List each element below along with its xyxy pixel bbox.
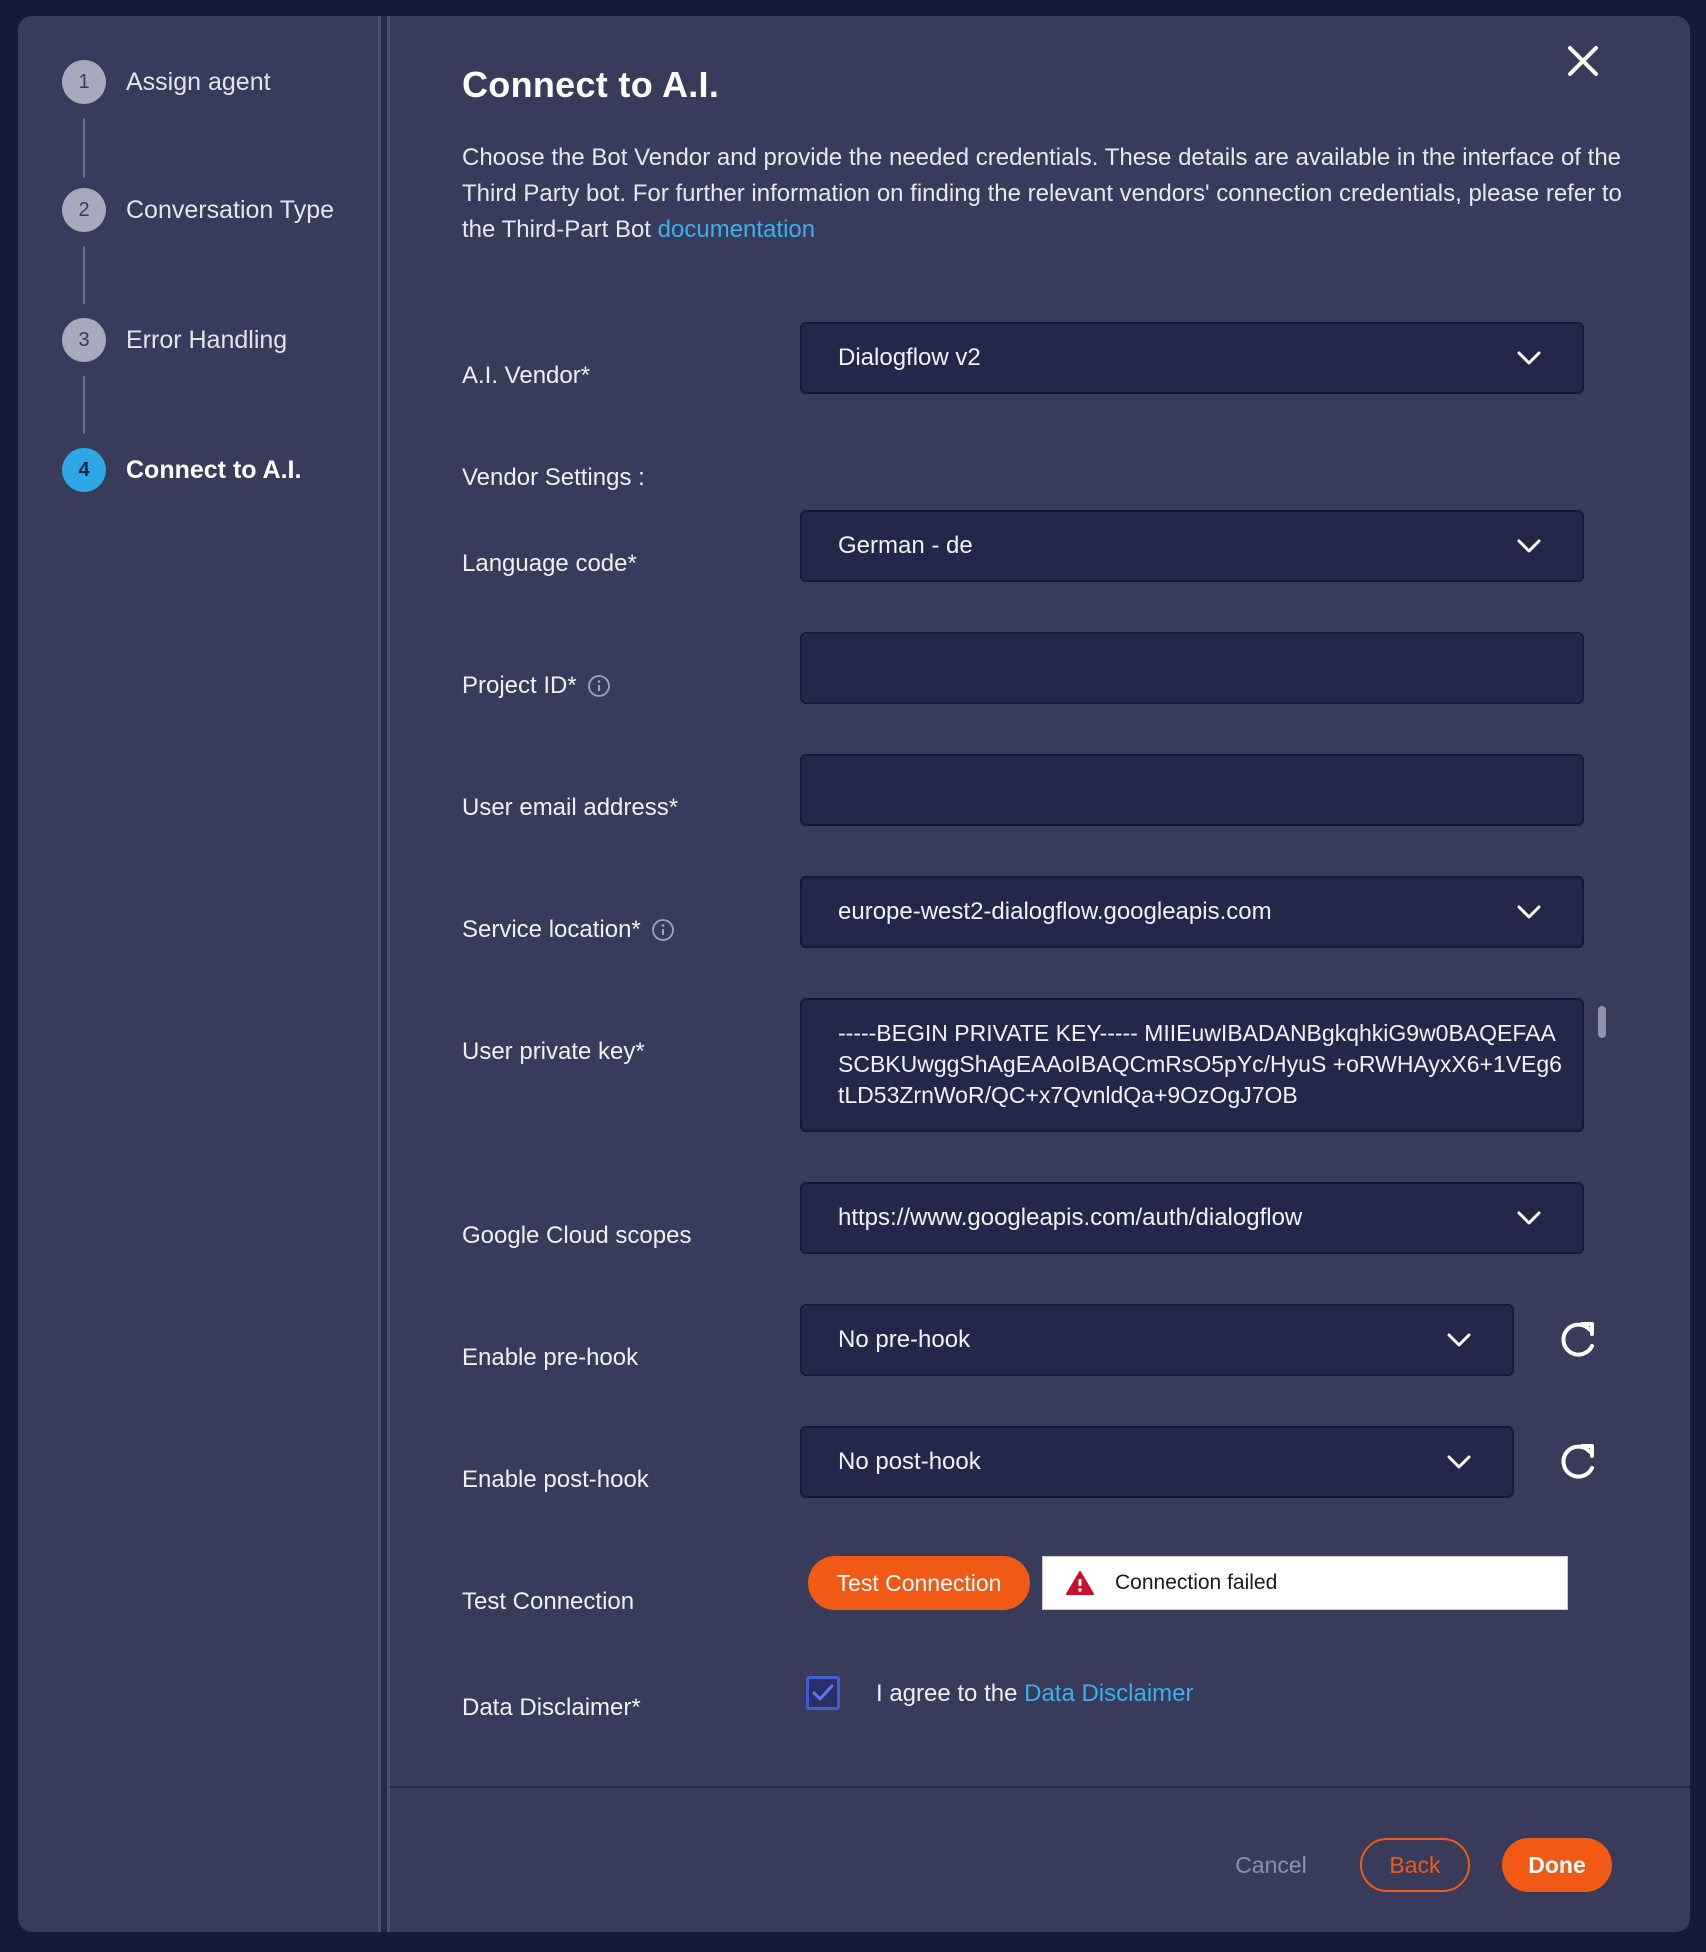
step-number: 2 — [62, 188, 106, 232]
posthook-value: No post-hook — [838, 1448, 981, 1475]
chevron-down-icon — [1447, 1455, 1471, 1469]
refresh-icon[interactable] — [1556, 1318, 1600, 1362]
cancel-button[interactable]: Cancel — [1216, 1838, 1326, 1892]
step-conversation-type[interactable]: 2 Conversation Type — [62, 188, 334, 232]
step-label: Connect to A.I. — [126, 455, 302, 484]
close-icon[interactable] — [1560, 38, 1606, 84]
chevron-down-icon — [1517, 905, 1541, 919]
footer-divider — [390, 1786, 1690, 1788]
vendor-settings-label: Vendor Settings : — [462, 464, 645, 491]
step-connector — [83, 118, 85, 178]
checkmark-icon — [812, 1684, 834, 1701]
stepper-sidebar: 1 Assign agent 2 Conversation Type 3 Err… — [18, 16, 378, 1932]
service-location-label-text: Service location* — [462, 916, 641, 943]
private-key-label: User private key* — [462, 1038, 645, 1065]
warning-icon — [1066, 1571, 1094, 1595]
chevron-down-icon — [1517, 539, 1541, 553]
language-select[interactable]: German - de — [800, 510, 1584, 582]
data-disclaimer-link[interactable]: Data Disclaimer — [1024, 1680, 1193, 1707]
back-button[interactable]: Back — [1360, 1838, 1470, 1892]
documentation-link[interactable]: documentation — [658, 216, 815, 243]
info-icon[interactable] — [587, 674, 611, 698]
project-id-label: Project ID* — [462, 672, 611, 700]
scopes-label: Google Cloud scopes — [462, 1222, 692, 1249]
connect-ai-modal: 1 Assign agent 2 Conversation Type 3 Err… — [18, 16, 1690, 1932]
disclaimer-checkbox[interactable] — [806, 1676, 840, 1710]
language-label: Language code* — [462, 550, 637, 577]
project-id-label-text: Project ID* — [462, 672, 577, 699]
prehook-value: No pre-hook — [838, 1326, 971, 1353]
connection-status: Connection failed — [1042, 1556, 1568, 1610]
step-number: 4 — [62, 448, 106, 492]
disclaimer-label: Data Disclaimer* — [462, 1694, 641, 1721]
page-title: Connect to A.I. — [462, 64, 720, 105]
description-text: Choose the Bot Vendor and provide the ne… — [462, 144, 1622, 243]
posthook-select[interactable]: No post-hook — [800, 1426, 1514, 1498]
service-location-select[interactable]: europe-west2-dialogflow.googleapis.com — [800, 876, 1584, 948]
email-input[interactable] — [800, 754, 1584, 826]
connection-status-text: Connection failed — [1115, 1571, 1278, 1594]
disclaimer-agree-text: I agree to the — [876, 1680, 1025, 1707]
step-label: Conversation Type — [126, 195, 334, 224]
project-id-input[interactable] — [800, 632, 1584, 704]
private-key-scrollbar[interactable] — [1598, 1006, 1606, 1038]
step-connect-to-ai[interactable]: 4 Connect to A.I. — [62, 448, 301, 492]
chevron-down-icon — [1517, 351, 1541, 365]
step-assign-agent[interactable]: 1 Assign agent — [62, 60, 271, 104]
page-description: Choose the Bot Vendor and provide the ne… — [462, 140, 1622, 248]
vendor-value: Dialogflow v2 — [838, 344, 981, 371]
email-label: User email address* — [462, 794, 679, 821]
prehook-select[interactable]: No pre-hook — [800, 1304, 1514, 1376]
disclaimer-text: I agree to the Data Disclaimer — [876, 1680, 1193, 1708]
test-connection-button[interactable]: Test Connection — [808, 1556, 1030, 1610]
info-icon[interactable] — [651, 918, 675, 942]
chevron-down-icon — [1447, 1333, 1471, 1347]
service-location-label: Service location* — [462, 916, 675, 944]
step-connector — [83, 376, 85, 434]
private-key-textarea[interactable]: -----BEGIN PRIVATE KEY----- MIIEuwIBADAN… — [800, 998, 1584, 1132]
scopes-value: https://www.googleapis.com/auth/dialogfl… — [838, 1204, 1303, 1231]
step-error-handling[interactable]: 3 Error Handling — [62, 318, 287, 362]
refresh-icon[interactable] — [1556, 1440, 1600, 1484]
language-value: German - de — [838, 532, 973, 559]
step-number: 1 — [62, 60, 106, 104]
sidebar-divider — [378, 16, 390, 1932]
test-connection-label: Test Connection — [462, 1588, 635, 1615]
done-button[interactable]: Done — [1502, 1838, 1612, 1892]
service-location-value: europe-west2-dialogflow.googleapis.com — [838, 898, 1272, 925]
step-label: Assign agent — [126, 67, 271, 96]
step-number: 3 — [62, 318, 106, 362]
chevron-down-icon — [1517, 1211, 1541, 1225]
scopes-select[interactable]: https://www.googleapis.com/auth/dialogfl… — [800, 1182, 1584, 1254]
posthook-label: Enable post-hook — [462, 1466, 649, 1493]
prehook-label: Enable pre-hook — [462, 1344, 639, 1371]
step-connector — [83, 246, 85, 304]
main-panel: Connect to A.I. Choose the Bot Vendor an… — [390, 16, 1690, 1932]
vendor-label: A.I. Vendor* — [462, 362, 591, 389]
vendor-select[interactable]: Dialogflow v2 — [800, 322, 1584, 394]
step-label: Error Handling — [126, 325, 288, 354]
